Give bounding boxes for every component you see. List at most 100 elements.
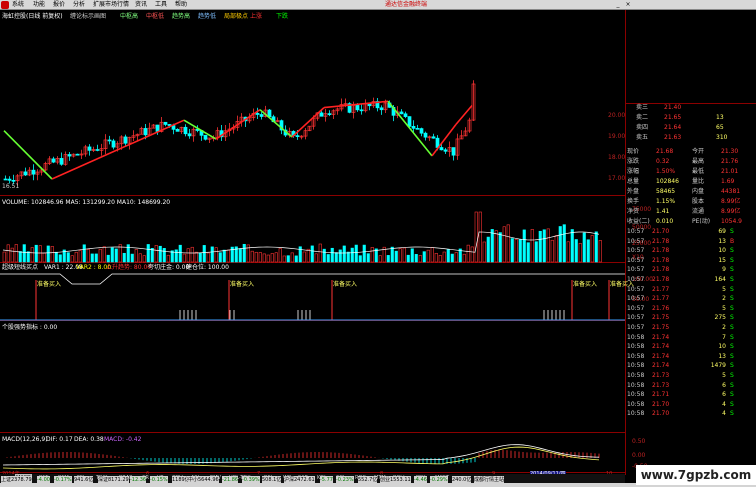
tick-direction: S — [730, 372, 734, 379]
menu-quote[interactable]: 报价 — [53, 1, 65, 9]
price-chart[interactable] — [0, 23, 625, 195]
tick-volume: 13 — [718, 237, 726, 245]
order-book-row[interactable]: 卖三 21.40 — [626, 104, 746, 112]
indicator-info-bar: 海虹控股(日线 前复权) 缠论标示画图 中枢高 中枢低 趋势高 趋势低 局部极点 上涨 下跌 — [0, 10, 625, 23]
stats-label: 净资 — [627, 208, 640, 215]
stats-value: 1.41 — [656, 208, 670, 215]
volume-bar — [522, 229, 526, 263]
volume-bar — [290, 252, 294, 263]
stats-label: 外盘 — [627, 188, 640, 195]
status-item-4: 深证8171.29 — [98, 476, 129, 484]
volume-bar — [542, 229, 546, 263]
volume-bar — [78, 250, 82, 263]
book-label: 卖二 — [636, 114, 649, 121]
tick-price: 21.70 — [652, 400, 670, 408]
volume-chart[interactable] — [0, 206, 625, 263]
stats-row: 净资 1.41 流通 8.99亿 — [626, 208, 746, 216]
tick-row: 10:58 21.73 6 S — [626, 382, 746, 390]
minimize-icon[interactable]: _ — [614, 1, 622, 9]
volume-bar — [514, 239, 518, 263]
volume-bar — [270, 253, 274, 263]
status-item-11: 508.1亿 — [262, 476, 282, 484]
volume-bar — [538, 230, 542, 263]
volume-bar — [558, 226, 562, 263]
volume-bar — [474, 211, 478, 263]
volume-bar — [274, 252, 278, 263]
volume-bar — [410, 248, 414, 263]
tick-time: 10:57 — [627, 256, 645, 264]
tick-row: 10:57 21.78 9 S — [626, 266, 746, 274]
menu-help[interactable]: 帮助 — [175, 1, 187, 9]
volume-bar — [506, 224, 510, 263]
low-price-label: 16.51 — [2, 183, 20, 190]
order-book-row[interactable]: 卖五 21.63 310 — [626, 134, 746, 142]
tick-volume: 164 — [714, 276, 726, 283]
volume-bar — [90, 253, 94, 263]
tick-row: 10:58 21.74 7 S — [626, 334, 746, 342]
candle-body — [379, 107, 384, 111]
volume-bar — [402, 247, 406, 263]
candle-body — [403, 113, 408, 117]
volume-bar — [550, 239, 554, 263]
signal-label: 准备买入 — [37, 280, 61, 288]
macd-chart[interactable] — [0, 443, 625, 472]
volume-bar — [398, 248, 402, 263]
order-book-row[interactable]: 卖四 21.64 65 — [626, 124, 746, 132]
tick-row: 10:57 21.77 2 S — [626, 295, 746, 303]
legend-item-2: 趋势高 — [172, 13, 191, 20]
macd-header-item-3: MACD: -0.42 — [104, 436, 142, 443]
signal-var-line — [0, 273, 625, 285]
menu-news[interactable]: 资讯 — [135, 1, 147, 9]
candle-body — [155, 124, 160, 132]
tick-volume: 7 — [722, 333, 726, 341]
tick-time: 10:57 — [627, 228, 645, 235]
stats-value-2: 8.99亿 — [721, 208, 741, 215]
tick-volume: 2 — [722, 324, 726, 331]
volume-bar — [470, 246, 474, 263]
candle-body — [175, 128, 180, 132]
menu-system[interactable]: 系统 — [12, 1, 24, 9]
legend-item-3: 趋势低 — [198, 13, 217, 20]
tick-direction: S — [730, 381, 734, 389]
volume-bar — [442, 251, 446, 263]
candle-body — [123, 136, 128, 144]
stats-value-2: 1054.9 — [721, 218, 742, 225]
app-logo-icon — [1, 1, 9, 9]
menu-tools[interactable]: 工具 — [155, 1, 167, 9]
signal-chart[interactable]: 准备买入 准备买入 准备买入 准备买入 准备买入 — [0, 272, 634, 321]
quote-panel: 卖三 21.40 卖二 21.65 13 卖四 21.64 65 卖五 21.63 310 现价 21.… — [626, 104, 756, 465]
volume-bar — [134, 249, 138, 263]
volume-bar — [238, 248, 242, 263]
volume-bar — [478, 211, 482, 263]
volume-bar — [222, 249, 226, 263]
volume-bar — [302, 251, 306, 263]
signal-label: 准备买入 — [230, 280, 254, 288]
volume-bar — [346, 251, 350, 263]
quote-header-area — [626, 10, 756, 104]
stats-label: 涨幅 — [627, 168, 640, 175]
book-volume: 13 — [716, 114, 724, 121]
order-book-row[interactable]: 卖二 21.65 13 — [626, 114, 746, 122]
volume-bar — [530, 229, 534, 263]
menu-analysis[interactable]: 分析 — [73, 1, 85, 9]
volume-bar — [570, 229, 574, 263]
zigzag-segment — [183, 119, 217, 140]
menu-function[interactable]: 功能 — [33, 1, 45, 9]
tick-direction: S — [730, 314, 734, 322]
close-icon[interactable]: × — [624, 1, 632, 9]
menu-ext-market[interactable]: 扩展市场行情 — [93, 1, 129, 9]
tick-time: 10:58 — [627, 352, 645, 360]
volume-bar — [30, 247, 34, 263]
volume-bar — [198, 252, 202, 263]
legend-item-5: 上涨 — [250, 13, 263, 20]
volume-bar — [494, 230, 498, 263]
volume-bar — [334, 252, 338, 263]
tick-direction: S — [730, 295, 734, 303]
candle-body — [187, 133, 192, 137]
candle-body — [31, 169, 36, 175]
volume-bar — [138, 253, 142, 263]
legend-item-0: 中枢高 — [120, 13, 139, 20]
stats-value-2: 21.01 — [721, 168, 739, 175]
book-price: 21.65 — [664, 114, 682, 121]
status-item-17: -4.46 — [414, 476, 427, 484]
